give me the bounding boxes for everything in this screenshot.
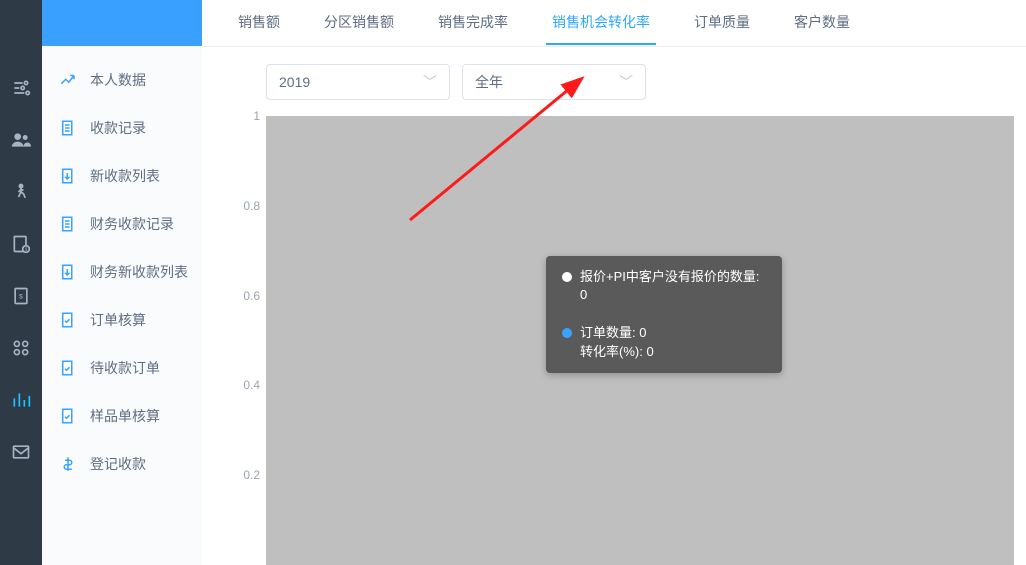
list-down-icon [58,166,78,186]
bar-chart-icon [11,390,31,410]
tab-label: 销售完成率 [438,14,508,30]
tab-label: 销售机会转化率 [552,14,650,30]
sidebar-item-label: 订单核算 [90,310,146,330]
tooltip-text: 订单数量: 0 转化率(%): 0 [580,324,654,360]
svg-text:$: $ [19,294,23,301]
tab-6[interactable]: 客户数量 [772,0,872,45]
tab-1[interactable]: 销售额 [216,0,302,45]
trend-up-icon [58,70,78,90]
grid-icon [11,338,31,358]
tooltip-row-1: 报价+PI中客户没有报价的数量: 0 [562,268,766,304]
sidebar-item-label: 财务新收款列表 [90,262,188,282]
year-select[interactable]: 2019 ﹀ [266,64,450,100]
legend-dot-white [562,272,572,282]
dollar-icon [58,454,78,474]
sidebar: 本人数据 收款记录 新收款列表 财务收款记录 财务新收款列表 订单核算 待收款订… [42,0,202,565]
sidebar-item-7[interactable]: 待收款订单 [42,344,202,392]
tab-label: 订单质量 [694,14,750,30]
receipt-icon [58,118,78,138]
y-tick: 1 [253,109,260,123]
y-tick: 0.2 [243,468,260,482]
year-value: 2019 [279,74,310,90]
users-icon [11,130,31,150]
receipt-icon [58,214,78,234]
chart-tooltip: 报价+PI中客户没有报价的数量: 0 订单数量: 0 转化率(%): 0 [546,256,782,373]
rail-item-person[interactable] [0,166,42,218]
doc-check-icon [58,358,78,378]
sidebar-item-9[interactable]: 登记收款 [42,440,202,488]
sidebar-item-2[interactable]: 收款记录 [42,104,202,152]
sidebar-header [42,0,202,46]
invoice-icon: $ [11,286,31,306]
chevron-down-icon: ﹀ [423,72,437,92]
rail-item-chart[interactable] [0,374,42,426]
period-select[interactable]: 全年 ﹀ [462,64,646,100]
sidebar-item-label: 财务收款记录 [90,214,174,234]
sidebar-item-label: 收款记录 [90,118,146,138]
main-panel: 销售额 分区销售额 销售完成率 销售机会转化率 订单质量 客户数量 2019 ﹀… [202,0,1026,565]
doc-check-icon [58,310,78,330]
sliders-icon [11,78,31,98]
tooltip-row-2: 订单数量: 0 转化率(%): 0 [562,324,766,360]
y-tick: 0.6 [243,289,260,303]
doc-check-icon [58,406,78,426]
sidebar-item-4[interactable]: 财务收款记录 [42,200,202,248]
filter-row: 2019 ﹀ 全年 ﹀ [202,46,1026,112]
mail-icon [11,442,31,462]
sidebar-item-label: 本人数据 [90,70,146,90]
tab-3[interactable]: 销售完成率 [416,0,530,45]
sidebar-item-3[interactable]: 新收款列表 [42,152,202,200]
document-money-icon: $ [11,234,31,254]
y-tick: 0.8 [243,199,260,213]
tab-4[interactable]: 销售机会转化率 [530,0,672,45]
rail-item-mail[interactable] [0,426,42,478]
y-axis: 1 0.8 0.6 0.4 0.2 [240,116,266,565]
tab-2[interactable]: 分区销售额 [302,0,416,45]
sidebar-item-8[interactable]: 样品单核算 [42,392,202,440]
rail-item-sliders[interactable] [0,62,42,114]
rail-item-grid[interactable] [0,322,42,374]
tab-bar: 销售额 分区销售额 销售完成率 销售机会转化率 订单质量 客户数量 [202,0,1026,46]
sidebar-item-5[interactable]: 财务新收款列表 [42,248,202,296]
rail-item-invoice[interactable]: $ [0,270,42,322]
sidebar-item-label: 样品单核算 [90,406,160,426]
tab-label: 分区销售额 [324,14,394,30]
tab-label: 销售额 [238,14,280,30]
list-down-icon [58,262,78,282]
rail-item-doc-money[interactable]: $ [0,218,42,270]
legend-dot-blue [562,328,572,338]
person-walk-icon [11,182,31,202]
sidebar-item-1[interactable]: 本人数据 [42,56,202,104]
icon-rail: $ $ [0,0,42,565]
chart-area: 1 0.8 0.6 0.4 0.2 报价+PI中客户没有报价的数量: 0 订单数… [202,112,1026,565]
y-tick: 0.4 [243,378,260,392]
tooltip-text: 报价+PI中客户没有报价的数量: 0 [580,268,766,304]
tab-label: 客户数量 [794,14,850,30]
period-value: 全年 [475,72,503,92]
sidebar-item-label: 待收款订单 [90,358,160,378]
chevron-down-icon: ﹀ [619,72,633,92]
sidebar-item-label: 登记收款 [90,454,146,474]
rail-item-users[interactable] [0,114,42,166]
sidebar-item-6[interactable]: 订单核算 [42,296,202,344]
tab-5[interactable]: 订单质量 [672,0,772,45]
sidebar-item-label: 新收款列表 [90,166,160,186]
